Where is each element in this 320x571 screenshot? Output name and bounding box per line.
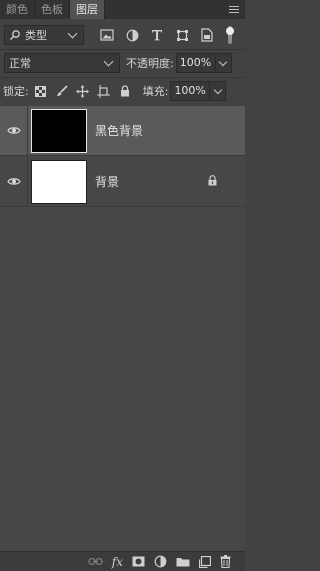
layers-bottom-bar: fx [0,551,245,571]
lock-position-icon[interactable] [74,82,92,100]
blend-row: 正常 不透明度: 100% [0,52,245,74]
tab-swatches[interactable]: 色板 [35,0,70,19]
chevron-down-icon [67,28,78,38]
menu-icon [229,6,239,13]
adjustment-layer-icon[interactable] [154,555,167,568]
lock-row: 锁定: 填充: 100% [0,80,245,102]
divider [0,49,245,50]
layer-name[interactable]: 背景 [95,173,119,190]
lock-transparent-pixels-icon[interactable] [32,82,50,100]
new-group-icon[interactable] [176,556,190,567]
blend-mode-label: 正常 [9,57,31,70]
search-icon [9,30,20,41]
type-filter-icon[interactable] [148,26,166,44]
chevron-down-icon [213,85,223,94]
adjustment-filter-icon[interactable] [123,26,141,44]
layer-thumbnail[interactable] [31,108,87,153]
panel-tab-bar: 颜色 色板 图层 [0,0,245,19]
lock-all-icon[interactable] [116,82,134,100]
fill-slider-toggle[interactable] [210,81,227,101]
image-filter-icon[interactable] [98,26,116,44]
lock-image-pixels-icon[interactable] [53,82,71,100]
shape-filter-icon[interactable] [173,26,191,44]
link-layers-icon[interactable] [88,557,103,566]
panel-menu-button[interactable] [223,0,245,19]
opacity-label: 不透明度: [126,57,174,70]
trash-icon[interactable] [220,555,231,568]
divider [0,77,245,78]
filter-kind-dropdown[interactable]: 类型 [4,25,84,45]
layer-name[interactable]: 黑色背景 [95,122,143,139]
layer-row[interactable]: 背景 [0,156,245,207]
layer-row[interactable]: 黑色背景 [0,105,245,156]
fill-field[interactable]: 100% [170,81,211,101]
tab-layers[interactable]: 图层 [70,0,105,19]
lock-artboard-icon[interactable] [95,82,113,100]
tabbar-spacer [105,0,223,19]
add-mask-icon[interactable] [132,556,145,567]
layer-thumbnail[interactable] [31,159,87,204]
filter-toggle-icon[interactable] [221,26,239,44]
smart-object-filter-icon[interactable] [198,26,216,44]
visibility-toggle[interactable] [0,156,28,207]
layer-style-icon[interactable]: fx [112,555,123,569]
layer-filter-row: 类型 [0,24,245,46]
filter-kind-label: 类型 [25,29,47,42]
lock-label: 锁定: [3,85,29,98]
opacity-field[interactable]: 100% [175,53,216,73]
eye-icon [6,127,21,134]
fill-label: 填充: [142,85,169,98]
blend-mode-dropdown[interactable]: 正常 [4,53,120,73]
eye-icon [6,178,21,185]
opacity-slider-toggle[interactable] [215,53,232,73]
lock-icon[interactable] [208,175,217,189]
chevron-down-icon [218,57,228,66]
new-layer-icon[interactable] [199,555,211,568]
visibility-toggle[interactable] [0,105,28,156]
tab-color[interactable]: 颜色 [0,0,35,19]
layers-list: 黑色背景 背景 [0,105,245,551]
chevron-down-icon [103,56,114,66]
